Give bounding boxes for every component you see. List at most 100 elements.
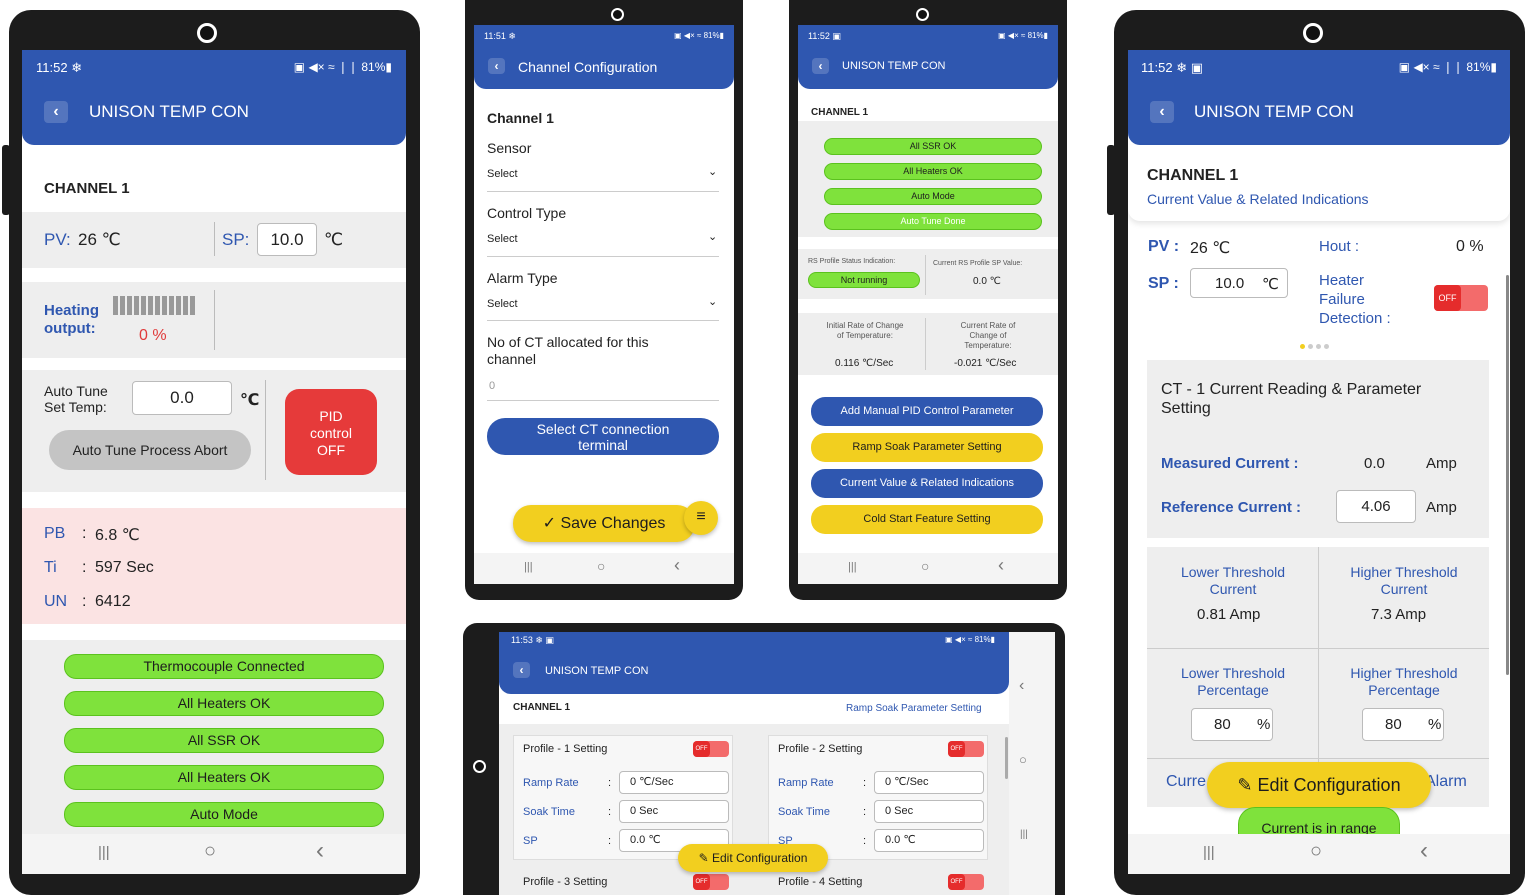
nav-back-button[interactable]: ‹ bbox=[316, 837, 324, 865]
hout-value: 0 % bbox=[1456, 238, 1484, 255]
soak-label: Soak Time bbox=[523, 806, 575, 818]
ti-label: Ti bbox=[44, 559, 57, 576]
sp-label: SP: bbox=[222, 230, 250, 249]
edit-configuration-button[interactable]: ✎ Edit Configuration bbox=[678, 844, 828, 872]
image-icon: ▣ bbox=[832, 31, 841, 41]
soak-label: Soak Time bbox=[778, 806, 830, 818]
page-subtitle: Current Value & Related Indications bbox=[1147, 191, 1369, 207]
pv-value: 26 ℃ bbox=[78, 230, 121, 249]
profile-4-toggle[interactable]: OFF bbox=[948, 874, 984, 890]
status-pill: Auto Tune Done bbox=[824, 213, 1042, 230]
rs-sp-label: Current RS Profile SP Value: bbox=[933, 260, 1023, 267]
lower-threshold-percentage-value: 80 bbox=[1214, 716, 1231, 733]
home-button[interactable]: ○ bbox=[597, 558, 605, 574]
autotune-unit: ℃ bbox=[240, 392, 260, 409]
indicator-pill: All SSR OK bbox=[64, 728, 384, 753]
select-ct-button[interactable]: Select CT connection terminal bbox=[487, 418, 719, 455]
abort-button[interactable]: Auto Tune Process Abort bbox=[49, 430, 251, 470]
recent-apps-button[interactable]: ||| bbox=[1020, 829, 1028, 840]
app-title: UNISON TEMP CON bbox=[545, 665, 649, 677]
phone-5: 11:52 ❄ ▣ ▣ ◀× ≈ ❘❘ 81%▮ ‹ UNISON TEMP C… bbox=[1107, 10, 1525, 895]
control-type-select[interactable]: Select bbox=[487, 233, 518, 245]
status-icons: ▣ ◀× ≈ 81%▮ bbox=[945, 635, 995, 644]
status-icons: ▣ ◀× ≈ ❘❘ 81%▮ bbox=[1398, 60, 1497, 74]
indicator-pill: All Heaters OK bbox=[64, 691, 384, 716]
back-button[interactable]: ‹ bbox=[812, 58, 829, 74]
ct-count-label: No of CT allocated for this channel bbox=[487, 334, 649, 367]
ct-count-input[interactable]: 0 bbox=[489, 380, 495, 392]
channel-title: CHANNEL 1 bbox=[44, 180, 130, 197]
back-button[interactable]: ‹ bbox=[488, 58, 505, 74]
back-button[interactable]: ‹ bbox=[513, 662, 530, 678]
ramp-input[interactable]: 0 ℃/Sec bbox=[874, 771, 984, 794]
home-button[interactable]: ○ bbox=[204, 840, 216, 863]
profile-3-title: Profile - 3 Setting bbox=[523, 876, 608, 888]
reference-current-input[interactable]: 4.06 bbox=[1336, 490, 1416, 523]
recent-apps-button[interactable]: ||| bbox=[848, 561, 857, 573]
ramp-label: Ramp Rate bbox=[523, 777, 579, 789]
sp-input[interactable]: 10.0 bbox=[257, 223, 317, 256]
recent-apps-button[interactable]: ||| bbox=[1203, 844, 1215, 861]
ramp-soak-link[interactable]: Ramp Soak Parameter Setting bbox=[846, 703, 982, 714]
recent-apps-button[interactable]: ||| bbox=[98, 844, 110, 861]
nav-back-button[interactable]: ‹ bbox=[998, 555, 1004, 576]
channel-title: Channel 1 bbox=[487, 110, 554, 126]
pid-button[interactable]: PID control OFF bbox=[285, 389, 377, 475]
manual-pid-button[interactable]: Add Manual PID Control Parameter bbox=[811, 397, 1043, 426]
profile-3-toggle[interactable]: OFF bbox=[693, 874, 729, 890]
home-button[interactable]: ○ bbox=[1310, 840, 1322, 863]
alarm-type-label: Alarm Type bbox=[487, 270, 558, 286]
snow-icon: ❄ ▣ bbox=[535, 635, 554, 645]
higher-threshold-percentage-value: 80 bbox=[1385, 716, 1402, 733]
profile-2-toggle[interactable]: OFF bbox=[948, 741, 984, 757]
heating-label: Heating output: bbox=[44, 302, 100, 337]
status-pill: All SSR OK bbox=[824, 138, 1042, 155]
clock: 11:52 bbox=[36, 60, 68, 75]
soak-input[interactable]: 0 Sec bbox=[619, 800, 729, 823]
back-button[interactable]: ‹ bbox=[44, 101, 68, 123]
nav-back-button[interactable]: ‹ bbox=[674, 555, 680, 576]
status-pill: All Heaters OK bbox=[824, 163, 1042, 180]
nav-back-button[interactable]: ‹ bbox=[1019, 677, 1024, 695]
ramp-soak-button[interactable]: Ramp Soak Parameter Setting bbox=[811, 433, 1043, 462]
menu-icon[interactable]: ≡ bbox=[684, 501, 718, 535]
pb-label: PB bbox=[44, 525, 66, 542]
soak-input[interactable]: 0 Sec bbox=[874, 800, 984, 823]
alarm-label-partial: Alarm bbox=[1425, 773, 1467, 790]
home-button[interactable]: ○ bbox=[1019, 752, 1027, 767]
higher-threshold-percentage-label: Higher Threshold Percentage bbox=[1350, 665, 1458, 698]
ct-section-title: CT - 1 Current Reading & Parameter Setti… bbox=[1161, 381, 1422, 417]
edit-configuration-button[interactable]: ✎ Edit Configuration bbox=[1207, 762, 1431, 808]
phone-1: 11:52 ❄ ▣ ◀× ≈ ❘❘ 81%▮ ‹ UNISON TEMP CON… bbox=[2, 10, 420, 895]
autotune-input[interactable]: 0.0 bbox=[132, 381, 232, 415]
channel-title: CHANNEL 1 bbox=[1147, 167, 1239, 184]
sp-label: SP : bbox=[1148, 275, 1179, 292]
heater-failure-toggle[interactable]: OFF bbox=[1434, 285, 1488, 311]
initial-rate-value: 0.116 ℃/Sec bbox=[835, 358, 894, 369]
recent-apps-button[interactable]: ||| bbox=[524, 561, 533, 573]
profile-4-title: Profile - 4 Setting bbox=[778, 876, 863, 888]
sensor-select[interactable]: Select bbox=[487, 168, 518, 180]
colon: : bbox=[82, 525, 87, 542]
camera-icon bbox=[1303, 23, 1323, 43]
pv-label: PV : bbox=[1148, 238, 1180, 255]
home-button[interactable]: ○ bbox=[921, 558, 929, 574]
colon: : bbox=[863, 835, 867, 847]
colon: : bbox=[82, 593, 87, 610]
cold-start-button[interactable]: Cold Start Feature Setting bbox=[811, 505, 1043, 534]
nav-back-button[interactable]: ‹ bbox=[1420, 837, 1428, 865]
back-button[interactable]: ‹ bbox=[1150, 101, 1174, 123]
profile-1-toggle[interactable]: OFF bbox=[693, 741, 729, 757]
amp-unit: Amp bbox=[1426, 455, 1457, 472]
alarm-type-select[interactable]: Select bbox=[487, 298, 518, 310]
sp-unit: ℃ bbox=[324, 230, 344, 249]
current-value-button[interactable]: Current Value & Related Indications bbox=[811, 469, 1043, 498]
save-changes-button[interactable]: ✓ Save Changes bbox=[513, 505, 695, 542]
indicator-pill: Thermocouple Connected bbox=[64, 654, 384, 679]
colon: : bbox=[82, 559, 87, 576]
sp-input[interactable]: 0.0 ℃ bbox=[874, 829, 984, 852]
colon: : bbox=[863, 777, 867, 789]
sp-value: 10.0 bbox=[1215, 275, 1245, 292]
ramp-input[interactable]: 0 ℃/Sec bbox=[619, 771, 729, 794]
snow-icon: ❄ bbox=[71, 60, 83, 75]
